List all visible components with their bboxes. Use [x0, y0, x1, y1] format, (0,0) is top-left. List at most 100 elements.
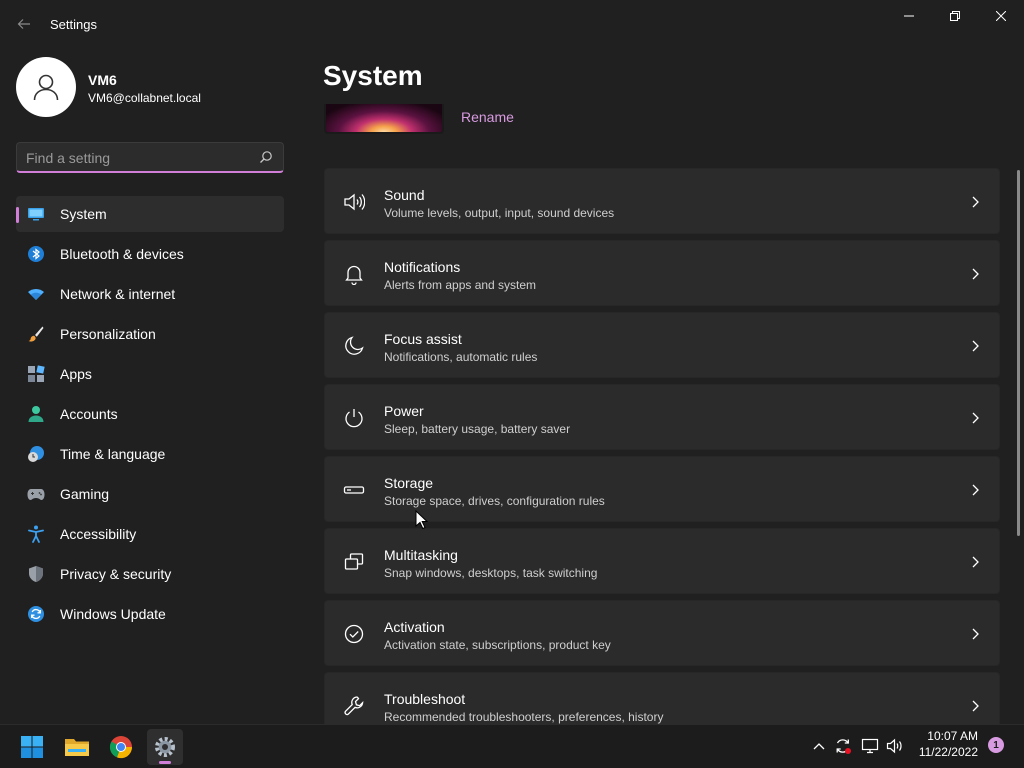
- user-email: VM6@collabnet.local: [88, 91, 201, 105]
- chevron-right-icon: [972, 268, 979, 280]
- sidebar-item-accessibility[interactable]: Accessibility: [16, 516, 284, 552]
- sidebar-item-gaming[interactable]: Gaming: [16, 476, 284, 512]
- card-title: Troubleshoot: [384, 691, 466, 707]
- person-icon: [28, 406, 44, 422]
- card-title: Power: [384, 403, 424, 419]
- sidebar-item-label: Network & internet: [60, 286, 176, 302]
- start-icon: [21, 736, 43, 758]
- start-button[interactable]: [14, 729, 50, 765]
- app-title: Settings: [50, 17, 97, 32]
- card-title: Sound: [384, 187, 425, 203]
- settings-taskbar-button[interactable]: [147, 729, 183, 765]
- sidebar-item-network[interactable]: Network & internet: [16, 276, 284, 312]
- card-multitasking[interactable]: Multitasking Snap windows, desktops, tas…: [324, 528, 1000, 594]
- moon-icon: [345, 336, 364, 355]
- gamepad-icon: [27, 489, 45, 500]
- settings-icon: [155, 737, 175, 757]
- power-icon: [345, 409, 363, 428]
- active-app-indicator: [159, 761, 171, 764]
- sidebar-item-label: Personalization: [60, 326, 156, 342]
- sidebar-item-apps[interactable]: Apps: [16, 356, 284, 392]
- card-title: Notifications: [384, 259, 461, 275]
- card-title: Multitasking: [384, 547, 458, 563]
- clock-time[interactable]: 10:07 AM: [920, 729, 978, 743]
- card-focus-assist[interactable]: Focus assist Notifications, automatic ru…: [324, 312, 1000, 378]
- accessibility-icon: [28, 525, 44, 543]
- search-input[interactable]: [26, 149, 246, 167]
- card-title: Activation: [384, 619, 445, 635]
- apps-icon: [28, 365, 45, 382]
- minimize-button[interactable]: [886, 0, 932, 32]
- chevron-right-icon: [972, 412, 979, 424]
- chrome-button[interactable]: [103, 729, 139, 765]
- multitask-icon: [344, 553, 364, 570]
- rename-link[interactable]: Rename: [461, 109, 514, 125]
- network-tray-button[interactable]: [860, 736, 880, 756]
- wallpaper-thumbnail: [324, 104, 444, 134]
- chevron-right-icon: [972, 700, 979, 712]
- chrome-icon: [109, 736, 133, 759]
- sidebar-nav: System Bluetooth & devices Network & int…: [16, 196, 284, 636]
- volume-icon: [886, 738, 902, 754]
- user-icon: [33, 74, 59, 101]
- card-subtitle: Volume levels, output, input, sound devi…: [384, 206, 615, 220]
- sidebar-item-label: Accessibility: [60, 526, 137, 542]
- search-icon[interactable]: [259, 150, 273, 169]
- close-icon: [996, 11, 1006, 21]
- sidebar-item-system[interactable]: System: [16, 196, 284, 232]
- card-subtitle: Storage space, drives, configuration rul…: [384, 494, 605, 508]
- chevron-right-icon: [972, 484, 979, 496]
- sidebar-item-privacy-security[interactable]: Privacy & security: [16, 556, 284, 592]
- close-button[interactable]: [978, 0, 1024, 32]
- selection-indicator: [16, 207, 19, 223]
- user-name: VM6: [88, 72, 117, 88]
- sidebar-item-label: Bluetooth & devices: [60, 246, 184, 262]
- notification-badge[interactable]: 1: [988, 737, 1004, 753]
- sidebar-item-bluetooth[interactable]: Bluetooth & devices: [16, 236, 284, 272]
- sync-icon: [836, 739, 851, 754]
- chevron-right-icon: [972, 628, 979, 640]
- drive-icon: [343, 486, 365, 494]
- chevron-right-icon: [972, 340, 979, 352]
- card-troubleshoot[interactable]: Troubleshoot Recommended troubleshooters…: [324, 672, 1000, 724]
- restore-button[interactable]: [932, 0, 978, 32]
- sidebar-item-windows-update[interactable]: Windows Update: [16, 596, 284, 632]
- sync-tray-button[interactable]: [833, 736, 853, 756]
- card-subtitle: Recommended troubleshooters, preferences…: [384, 710, 664, 724]
- settings-window: Settings VM6 VM6@collabnet.local System: [0, 0, 1024, 724]
- card-sound[interactable]: Sound Volume levels, output, input, soun…: [324, 168, 1000, 234]
- search-box[interactable]: [16, 142, 284, 173]
- volume-tray-button[interactable]: [885, 736, 905, 756]
- brush-icon: [28, 326, 44, 342]
- card-power[interactable]: Power Sleep, battery usage, battery save…: [324, 384, 1000, 450]
- title-bar: Settings: [0, 0, 1024, 48]
- network-icon: [861, 738, 879, 754]
- card-title: Storage: [384, 475, 434, 491]
- wifi-icon: [28, 289, 44, 300]
- update-icon: [28, 606, 44, 622]
- card-subtitle: Activation state, subscriptions, product…: [384, 638, 611, 652]
- sidebar-item-time-language[interactable]: Time & language: [16, 436, 284, 472]
- card-subtitle: Sleep, battery usage, battery saver: [384, 422, 571, 436]
- card-title: Focus assist: [384, 331, 462, 347]
- card-notifications[interactable]: Notifications Alerts from apps and syste…: [324, 240, 1000, 306]
- bluetooth-icon: [28, 246, 44, 262]
- sidebar-item-personalization[interactable]: Personalization: [16, 316, 284, 352]
- sidebar-item-accounts[interactable]: Accounts: [16, 396, 284, 432]
- show-hidden-icons-button[interactable]: [809, 736, 829, 756]
- avatar[interactable]: [16, 57, 76, 117]
- settings-content: Rename Sound Volume levels, output, inpu…: [300, 104, 1016, 724]
- vertical-scrollbar[interactable]: [1017, 170, 1020, 536]
- chevron-right-icon: [972, 556, 979, 568]
- back-button[interactable]: [10, 10, 38, 38]
- chevron-right-icon: [972, 196, 979, 208]
- mouse-cursor-icon: [415, 510, 429, 530]
- speaker-icon: [344, 193, 365, 211]
- card-subtitle: Alerts from apps and system: [384, 278, 537, 292]
- check-circle-icon: [344, 624, 364, 644]
- card-activation[interactable]: Activation Activation state, subscriptio…: [324, 600, 1000, 666]
- clock-date[interactable]: 11/22/2022: [912, 745, 978, 759]
- minimize-icon: [904, 15, 914, 17]
- file-explorer-button[interactable]: [59, 729, 95, 765]
- monitor-icon: [28, 208, 44, 221]
